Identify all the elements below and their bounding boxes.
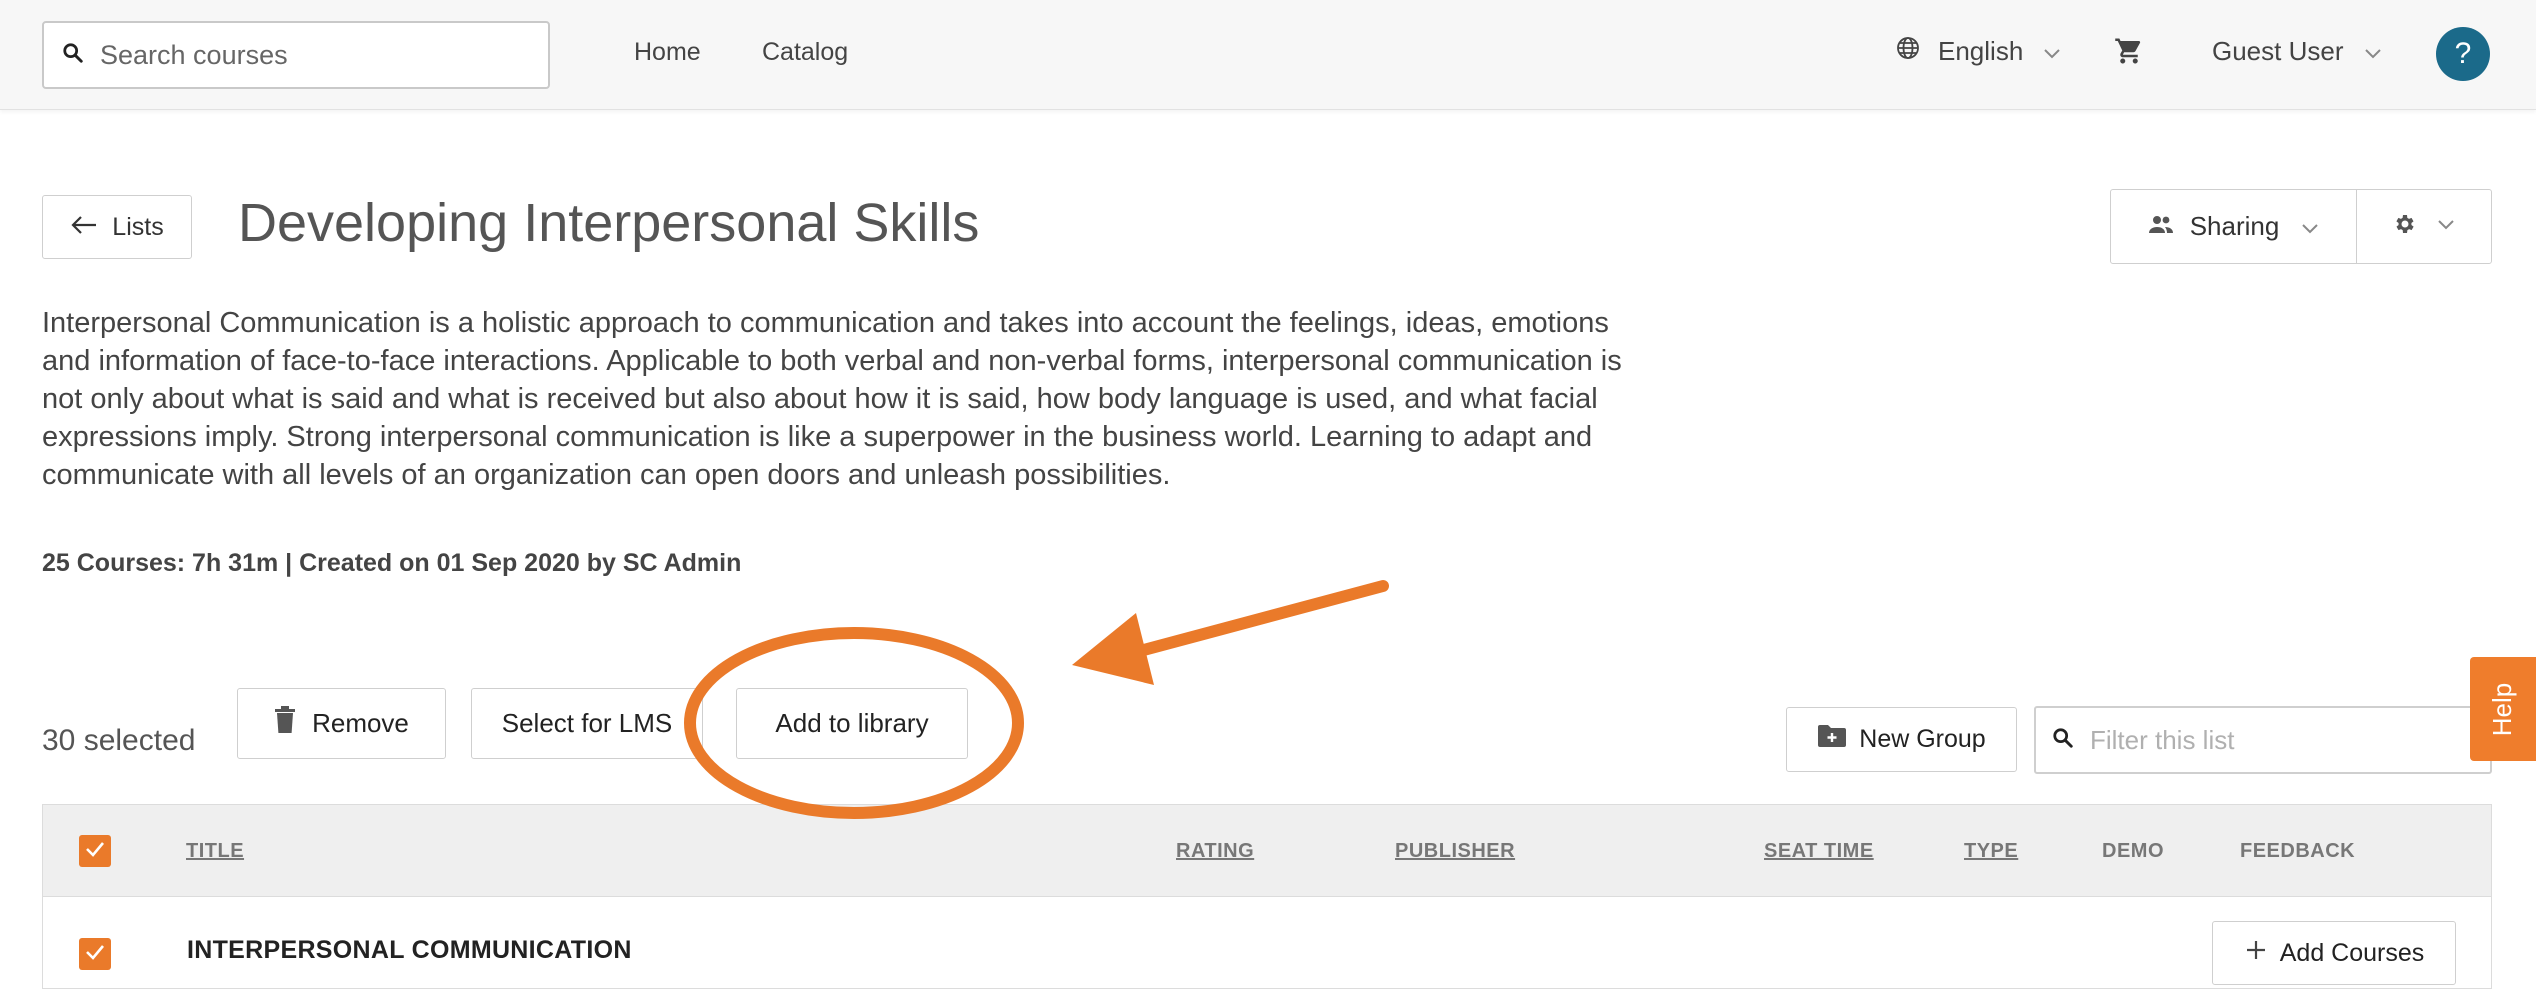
check-icon bbox=[84, 840, 106, 863]
list-meta: 25 Courses: 7h 31m | Created on 01 Sep 2… bbox=[42, 549, 742, 577]
help-tab-label: Help bbox=[2487, 682, 2518, 736]
back-to-lists-button[interactable]: Lists bbox=[42, 195, 192, 259]
column-header-seat-time[interactable]: SEAT TIME bbox=[1764, 840, 1874, 863]
language-selector[interactable]: English bbox=[1896, 36, 2061, 67]
course-table: TITLE RATING PUBLISHER SEAT TIME TYPE DE… bbox=[42, 804, 2492, 989]
top-header: Home Catalog English Guest User ? bbox=[0, 0, 2536, 110]
new-group-button[interactable]: New Group bbox=[1786, 707, 2017, 772]
column-header-publisher[interactable]: PUBLISHER bbox=[1395, 840, 1515, 863]
remove-button[interactable]: Remove bbox=[237, 688, 446, 759]
chevron-down-icon bbox=[2437, 218, 2455, 236]
add-courses-button[interactable]: Add Courses bbox=[2212, 921, 2456, 985]
globe-icon bbox=[1896, 36, 1920, 67]
row-title[interactable]: INTERPERSONAL COMMUNICATION bbox=[187, 936, 632, 965]
arrow-left-icon bbox=[70, 213, 98, 242]
select-for-lms-label: Select for LMS bbox=[501, 708, 673, 738]
search-icon bbox=[2052, 727, 2074, 754]
check-icon bbox=[84, 943, 106, 966]
search-input[interactable] bbox=[100, 39, 520, 71]
new-group-label: New Group bbox=[1859, 725, 1986, 753]
people-icon bbox=[2148, 211, 2174, 242]
column-header-demo: DEMO bbox=[2102, 840, 2164, 862]
sharing-controls: Sharing bbox=[2110, 189, 2492, 264]
chevron-down-icon bbox=[2364, 36, 2382, 67]
language-label: English bbox=[1938, 36, 2024, 66]
selected-count: 30 selected bbox=[42, 724, 196, 757]
select-all-checkbox[interactable] bbox=[79, 835, 111, 867]
cart-button[interactable] bbox=[2114, 36, 2144, 71]
sharing-button[interactable]: Sharing bbox=[2111, 190, 2357, 263]
help-glyph: ? bbox=[2454, 37, 2472, 70]
column-header-type[interactable]: TYPE bbox=[1964, 840, 2018, 863]
list-description: Interpersonal Communication is a holisti… bbox=[42, 307, 1622, 491]
trash-icon bbox=[274, 706, 296, 741]
help-button[interactable]: ? bbox=[2436, 27, 2490, 81]
user-menu[interactable]: Guest User bbox=[2212, 36, 2382, 67]
add-to-library-button[interactable]: Add to library bbox=[736, 688, 968, 759]
annotation-arrow-head bbox=[1072, 613, 1154, 685]
page-title: Developing Interpersonal Skills bbox=[238, 193, 980, 253]
row-checkbox[interactable] bbox=[79, 938, 111, 970]
search-box[interactable] bbox=[42, 21, 550, 89]
help-tab[interactable]: Help bbox=[2470, 657, 2536, 761]
folder-plus-icon bbox=[1817, 724, 1847, 755]
annotation-arrow-shaft bbox=[1134, 580, 1389, 657]
column-header-rating[interactable]: RATING bbox=[1176, 840, 1254, 863]
nav-catalog[interactable]: Catalog bbox=[762, 38, 848, 67]
column-header-feedback: FEEDBACK bbox=[2240, 840, 2356, 862]
nav-home[interactable]: Home bbox=[634, 38, 701, 67]
gear-icon bbox=[2393, 212, 2417, 241]
add-to-library-label: Add to library bbox=[775, 708, 929, 738]
chevron-down-icon bbox=[2043, 36, 2061, 67]
sharing-label: Sharing bbox=[2189, 211, 2280, 241]
filter-input[interactable] bbox=[2090, 724, 2470, 756]
table-header: TITLE RATING PUBLISHER SEAT TIME TYPE DE… bbox=[43, 805, 2491, 897]
filter-box[interactable] bbox=[2034, 706, 2492, 774]
settings-button[interactable] bbox=[2357, 190, 2491, 263]
search-icon bbox=[62, 42, 84, 69]
remove-label: Remove bbox=[312, 708, 409, 738]
column-header-title[interactable]: TITLE bbox=[186, 840, 244, 863]
plus-icon bbox=[2244, 938, 2268, 969]
chevron-down-icon bbox=[2301, 211, 2319, 242]
cart-icon bbox=[2114, 38, 2144, 70]
back-label: Lists bbox=[112, 212, 164, 241]
select-for-lms-button[interactable]: Select for LMS bbox=[471, 688, 703, 759]
add-courses-label: Add Courses bbox=[2279, 938, 2425, 967]
user-name: Guest User bbox=[2212, 36, 2344, 66]
